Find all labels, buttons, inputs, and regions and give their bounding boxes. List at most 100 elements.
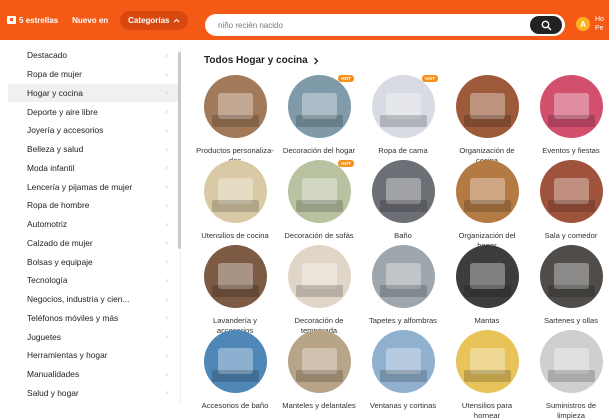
category-tile[interactable]: Eventos y fiestas bbox=[526, 75, 609, 156]
account-line-2: Pe bbox=[595, 25, 604, 32]
sidebar-item-label: Joyería y accesorios bbox=[27, 125, 104, 136]
sidebar-item[interactable]: Destacado › bbox=[8, 46, 180, 65]
category-tile[interactable]: Sartenes y ollas bbox=[526, 245, 609, 326]
category-label: Baño bbox=[394, 231, 412, 240]
category-tile[interactable]: HOT Decoración del hogar bbox=[274, 75, 364, 156]
sidebar-item[interactable]: Deporte y aire libre › bbox=[8, 102, 180, 121]
category-label: Suministros de limpieza bbox=[545, 401, 597, 420]
chevron-up-icon bbox=[173, 18, 179, 22]
category-tile[interactable]: Sala y comedor bbox=[526, 160, 609, 241]
category-tile[interactable]: Suministros de limpieza bbox=[526, 330, 609, 420]
category-tile[interactable]: HOT Decoración de sofás bbox=[274, 160, 364, 241]
category-tile[interactable]: HOT Ropa de cama bbox=[358, 75, 448, 156]
sidebar-item[interactable]: Negocios, industria y cien... › bbox=[8, 290, 180, 309]
category-tile[interactable]: Accesorios de baño bbox=[190, 330, 280, 411]
category-tile[interactable]: Mantas bbox=[442, 245, 532, 326]
category-tile[interactable]: Lavandería y accesorios bbox=[190, 245, 280, 335]
sidebar-item[interactable]: Teléfonos móviles y más › bbox=[8, 309, 180, 328]
chevron-right-icon: › bbox=[165, 369, 168, 379]
sidebar-item-label: Salud y hogar bbox=[27, 387, 79, 398]
sidebar-item-label: Teléfonos móviles y más bbox=[27, 312, 119, 323]
category-image bbox=[203, 160, 267, 223]
category-tile[interactable]: Baño bbox=[358, 160, 448, 241]
category-image bbox=[203, 75, 267, 138]
category-tile[interactable]: Manteles y delantales bbox=[274, 330, 364, 411]
categories-button[interactable]: Categorías bbox=[120, 10, 188, 30]
account-line-1: Ho bbox=[595, 16, 604, 23]
hot-badge: HOT bbox=[338, 75, 354, 82]
category-grid: Productos personaliza- dos HOT Decoración … bbox=[190, 75, 609, 420]
five-stars-link[interactable]: 5 estrellas bbox=[7, 16, 58, 25]
sidebar-item[interactable]: Herramientas y hogar › bbox=[8, 346, 180, 365]
sidebar-item[interactable]: Moda infantil › bbox=[8, 159, 180, 178]
category-image bbox=[539, 245, 603, 308]
category-label: Tapetes y alfombras bbox=[369, 316, 437, 325]
sidebar-item-label: Lencería y pijamas de mujer bbox=[27, 181, 133, 192]
sidebar-item[interactable]: Salud y hogar › bbox=[8, 384, 180, 403]
search-input[interactable] bbox=[218, 20, 498, 30]
sidebar-item-label: Bolsas y equipaje bbox=[27, 256, 93, 267]
category-label: Accesorios de baño bbox=[201, 401, 269, 410]
sidebar-item[interactable]: Calzado de mujer › bbox=[8, 234, 180, 253]
category-tile[interactable]: Organización del hogar bbox=[442, 160, 532, 250]
sidebar-scrollbar[interactable] bbox=[178, 52, 181, 249]
sidebar-item[interactable]: Manualidades › bbox=[8, 365, 180, 384]
sidebar-item-label: Tecnología bbox=[27, 275, 68, 286]
sidebar-item-label: Deporte y aire libre bbox=[27, 106, 98, 117]
user-avatar[interactable]: A bbox=[576, 17, 590, 31]
sidebar-item[interactable]: Tecnología › bbox=[8, 271, 180, 290]
chevron-right-icon: › bbox=[165, 50, 168, 60]
sidebar-item[interactable]: Juguetes › bbox=[8, 327, 180, 346]
search-icon bbox=[541, 20, 551, 30]
category-image bbox=[539, 330, 603, 393]
category-image bbox=[455, 245, 519, 308]
sidebar-item-label: Negocios, industria y cien... bbox=[27, 294, 130, 305]
category-tile[interactable]: Utensilios de cocina bbox=[190, 160, 280, 241]
chevron-right-icon: › bbox=[165, 107, 168, 117]
category-image bbox=[371, 160, 435, 223]
sidebar-item[interactable]: Ropa de mujer › bbox=[8, 65, 180, 84]
category-label: Ropa de cama bbox=[378, 146, 428, 155]
category-label: Sala y comedor bbox=[544, 231, 598, 240]
sidebar-item[interactable]: Lencería y pijamas de mujer › bbox=[8, 177, 180, 196]
category-image bbox=[287, 160, 351, 223]
chevron-right-icon: › bbox=[165, 144, 168, 154]
category-image bbox=[455, 160, 519, 223]
category-image bbox=[287, 330, 351, 393]
chevron-right-icon: › bbox=[165, 350, 168, 360]
sidebar-item[interactable]: Bolsas y equipaje › bbox=[8, 252, 180, 271]
sidebar-item-label: Automotriz bbox=[27, 219, 68, 230]
category-tile[interactable]: Productos personaliza- dos bbox=[190, 75, 280, 165]
category-tile[interactable]: Tapetes y alfombras bbox=[358, 245, 448, 326]
chevron-right-icon: › bbox=[165, 163, 168, 173]
sidebar-item[interactable]: Ropa de hombre › bbox=[8, 196, 180, 215]
account-menu[interactable]: Ho Pe bbox=[595, 15, 604, 33]
sidebar-item-label: Herramientas y hogar bbox=[27, 350, 108, 361]
chevron-right-icon: › bbox=[165, 313, 168, 323]
star-badge-icon bbox=[7, 16, 16, 24]
chevron-right-icon: › bbox=[165, 200, 168, 210]
chevron-right-icon: › bbox=[165, 88, 168, 98]
sidebar-item-label: Destacado bbox=[27, 50, 68, 61]
hot-badge: HOT bbox=[338, 160, 354, 167]
category-image bbox=[371, 245, 435, 308]
category-label: Eventos y fiestas bbox=[542, 146, 600, 155]
category-label: Utensilios de cocina bbox=[201, 231, 269, 240]
category-tile[interactable]: Organización de cocina bbox=[442, 75, 532, 165]
category-tile[interactable]: Ventanas y cortinas bbox=[358, 330, 448, 411]
category-label: Decoración de sofás bbox=[284, 231, 354, 240]
sidebar-item[interactable]: Belleza y salud › bbox=[8, 140, 180, 159]
chevron-right-icon: › bbox=[165, 125, 168, 135]
chevron-right-icon: › bbox=[165, 257, 168, 267]
category-tile[interactable]: Utensilios para hornear bbox=[442, 330, 532, 420]
sidebar-item[interactable]: Automotriz › bbox=[8, 215, 180, 234]
new-arrivals-link[interactable]: Nuevo en bbox=[72, 16, 108, 25]
search-button[interactable] bbox=[530, 16, 562, 34]
category-image bbox=[371, 75, 435, 138]
category-tile[interactable]: Decoración de temporada bbox=[274, 245, 364, 335]
sidebar-item[interactable]: Hogar y cocina › bbox=[8, 83, 180, 103]
sidebar-item-label: Belleza y salud bbox=[27, 144, 84, 155]
section-heading[interactable]: Todos Hogar y cocina bbox=[204, 55, 319, 66]
sidebar-item[interactable]: Joyería y accesorios › bbox=[8, 121, 180, 140]
sidebar-item-label: Ropa de mujer bbox=[27, 69, 82, 80]
